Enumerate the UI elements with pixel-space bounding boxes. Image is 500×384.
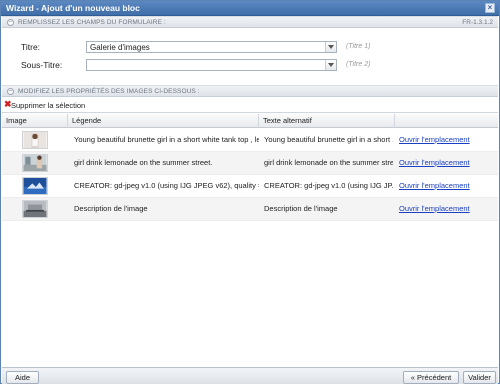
titre-hint: (Titre 1) [346, 43, 371, 50]
titre-label: Titre: [21, 42, 41, 52]
column-header-image[interactable]: Image [2, 114, 68, 128]
sous-titre-label: Sous-Titre: [21, 60, 63, 70]
alt-text-cell[interactable]: CREATOR: gd-jpeg v1.0 (using IJG JP... [264, 181, 393, 190]
form-section-label: Remplissez les champs du formulaire : [18, 19, 166, 26]
window-title: Wizard - Ajout d'un nouveau bloc [6, 3, 140, 13]
titre-select[interactable]: Galerie d'images [86, 41, 337, 53]
titre-value: Galerie d'images [90, 43, 150, 52]
thumb-street-icon [22, 154, 48, 172]
open-location-link[interactable]: Ouvrir l'emplacement [399, 204, 470, 213]
images-grid-header: Image Légende Texte alternatif [2, 114, 498, 128]
column-header-texte-alternatif[interactable]: Texte alternatif [259, 114, 395, 128]
images-section-header[interactable]: – Modifiez les propriétés des images ci-… [2, 85, 498, 97]
validate-button[interactable]: Valider [463, 371, 496, 384]
column-header-actions [395, 114, 498, 128]
open-location-link[interactable]: Ouvrir l'emplacement [399, 181, 470, 190]
version-label: FR-1.3.1.2 [462, 19, 493, 26]
alt-text-cell[interactable]: Young beautiful brunette girl in a short… [264, 135, 393, 144]
legend-cell[interactable]: Description de l'image [74, 204, 259, 213]
thumb-girl-icon [22, 131, 48, 149]
close-icon[interactable]: × [485, 3, 495, 13]
form-section-header[interactable]: – Remplissez les champs du formulaire : … [2, 16, 498, 28]
legend-cell[interactable]: Young beautiful brunette girl in a short… [74, 135, 259, 144]
sous-titre-select[interactable] [86, 59, 337, 71]
previous-button[interactable]: « Précédent [403, 371, 459, 384]
legend-cell[interactable]: CREATOR: gd-jpeg v1.0 (using IJG JPEG v6… [74, 181, 259, 190]
table-row[interactable]: Young beautiful brunette girl in a short… [2, 129, 498, 152]
chevron-down-icon[interactable] [325, 42, 336, 52]
images-section-label: Modifiez les propriétés des images ci-de… [18, 88, 200, 95]
table-row[interactable]: CREATOR: gd-jpeg v1.0 (using IJG JPEG v6… [2, 175, 498, 198]
collapse-icon[interactable]: – [7, 88, 14, 95]
wizard-footer: Aide « Précédent Valider [2, 367, 498, 384]
help-button[interactable]: Aide [6, 371, 39, 384]
chevron-down-icon[interactable] [325, 60, 336, 70]
window-titlebar[interactable]: Wizard - Ajout d'un nouveau bloc × [1, 1, 499, 16]
legend-cell[interactable]: girl drink lemonade on the summer street… [74, 158, 259, 167]
collapse-icon[interactable]: – [7, 19, 14, 26]
delete-selection-button[interactable]: Supprimer la sélection [11, 101, 85, 110]
wizard-window: Wizard - Ajout d'un nouveau bloc × – Rem… [0, 0, 500, 384]
alt-text-cell[interactable]: Description de l'image [264, 204, 393, 213]
open-location-link[interactable]: Ouvrir l'emplacement [399, 158, 470, 167]
sous-titre-hint: (Titre 2) [346, 61, 371, 68]
alt-text-cell[interactable]: girl drink lemonade on the summer street… [264, 158, 393, 167]
thumb-room-icon [22, 200, 48, 218]
images-toolbar: ✖ Supprimer la sélection [2, 98, 498, 113]
table-row[interactable]: Description de l'image Description de l'… [2, 198, 498, 221]
column-header-legende[interactable]: Légende [68, 114, 259, 128]
table-row[interactable]: girl drink lemonade on the summer street… [2, 152, 498, 175]
thumb-blue-icon [22, 177, 48, 195]
open-location-link[interactable]: Ouvrir l'emplacement [399, 135, 470, 144]
